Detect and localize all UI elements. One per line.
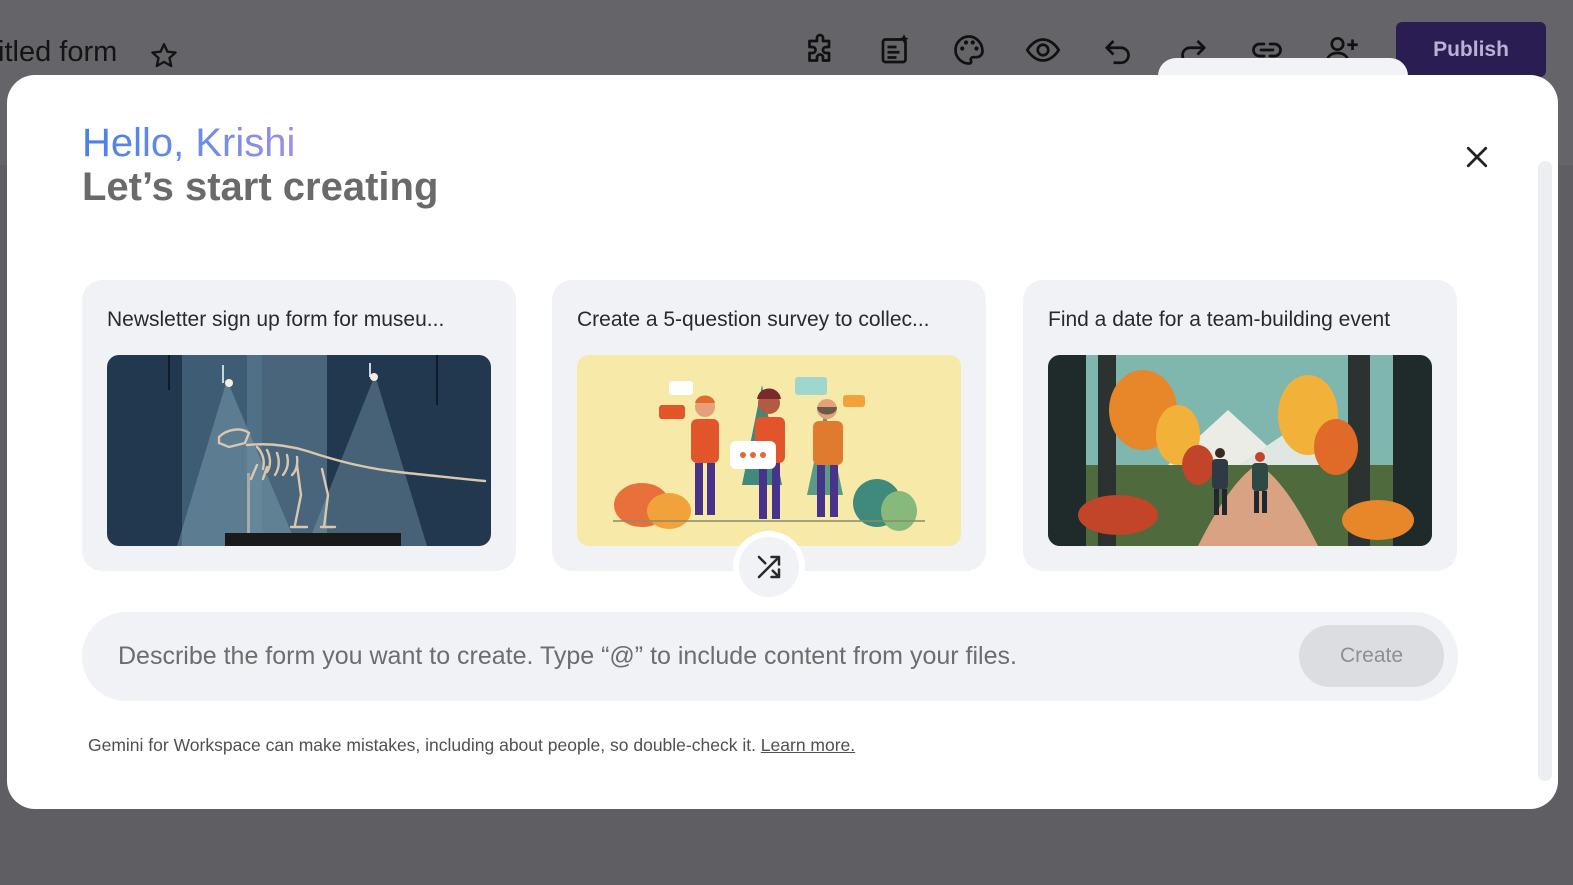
museum-dinosaur-illustration — [107, 355, 491, 546]
disclaimer-text: Gemini for Workspace can make mistakes, … — [88, 735, 761, 755]
undo-icon[interactable] — [1100, 32, 1136, 68]
suggestion-card-2[interactable]: Create a 5-question survey to collec... — [552, 280, 986, 571]
suggestion-label: Create a 5-question survey to collec... — [577, 308, 930, 331]
suggestion-label: Find a date for a team-building event — [1048, 308, 1391, 331]
close-icon — [1466, 146, 1488, 168]
scrollbar[interactable] — [1538, 161, 1552, 781]
star-icon[interactable] — [148, 40, 180, 72]
people-chat-illustration — [577, 355, 961, 546]
learn-more-link[interactable]: Learn more. — [761, 735, 855, 755]
publish-button[interactable]: Publish — [1396, 22, 1546, 77]
shuffle-suggestions-button[interactable] — [733, 531, 805, 603]
suggestion-label: Newsletter sign up form for museu... — [107, 308, 445, 331]
greeting: Hello, Krishi — [82, 121, 296, 165]
disclaimer: Gemini for Workspace can make mistakes, … — [88, 735, 855, 756]
puzzle-icon[interactable] — [802, 32, 838, 68]
create-with-gemini-dialog: Hello, Krishi Let’s start creating Newsl… — [7, 75, 1558, 809]
form-sparkle-icon[interactable] — [877, 32, 913, 68]
suggestion-card-3[interactable]: Find a date for a team-building event — [1023, 280, 1457, 571]
palette-icon[interactable] — [951, 32, 987, 68]
describe-form-input[interactable] — [118, 634, 1278, 678]
eye-icon[interactable] — [1025, 32, 1061, 68]
create-button[interactable]: Create — [1299, 625, 1444, 687]
suggestion-card-1[interactable]: Newsletter sign up form for museu... — [82, 280, 516, 571]
autumn-forest-hikers-illustration — [1048, 355, 1432, 546]
prompt-bar: Create — [82, 612, 1458, 701]
form-title[interactable]: itled form — [0, 36, 117, 69]
dialog-subtitle: Let’s start creating — [82, 165, 439, 209]
close-button[interactable] — [1459, 139, 1495, 175]
shuffle-icon — [757, 555, 781, 579]
